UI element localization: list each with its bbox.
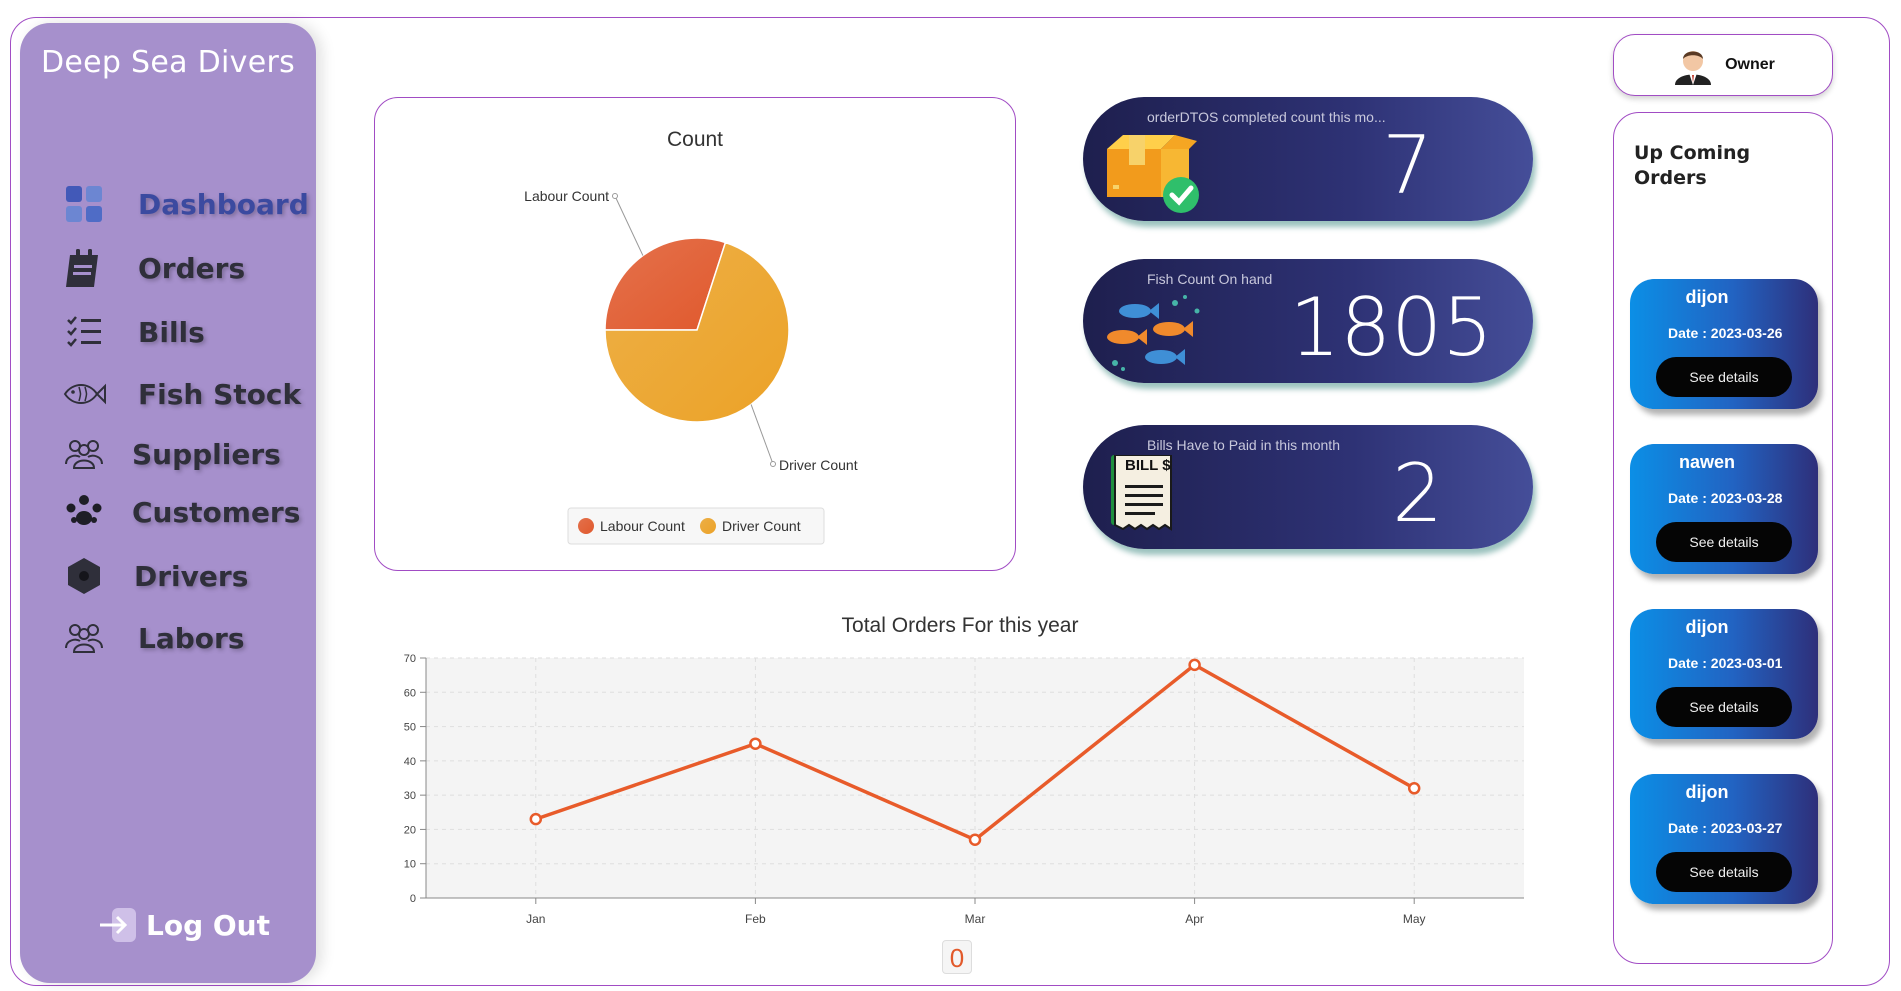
sidebar-item-suppliers[interactable]: Suppliers — [56, 429, 281, 479]
people-group-icon — [56, 616, 112, 660]
order-customer-name: dijon — [1685, 617, 1729, 637]
stat-value: 1805 — [1289, 281, 1493, 374]
stat-value: 7 — [1382, 119, 1433, 212]
pie-leader-dot — [612, 193, 618, 199]
order-customer-name: dijon — [1685, 287, 1729, 307]
upcoming-order-card: dijon Date : 2023-03-27 See details — [1630, 774, 1818, 904]
data-point — [1407, 782, 1421, 795]
x-tick-label: May — [1403, 912, 1426, 926]
sidebar-item-bills[interactable]: Bills — [56, 307, 205, 357]
order-date: Date : 2023-03-27 — [1668, 820, 1783, 836]
sidebar-item-label: Drivers — [134, 559, 249, 593]
sidebar-item-label: Dashboard — [138, 187, 309, 221]
sidebar-item-label: Fish Stock — [138, 377, 302, 411]
sidebar-item-label: Customers — [132, 495, 301, 529]
counter-value: 0 — [942, 940, 972, 974]
upcoming-order-card: nawen Date : 2023-03-28 See details — [1630, 444, 1818, 574]
x-tick-label: Feb — [745, 912, 766, 926]
see-details-button[interactable]: See details — [1656, 687, 1792, 727]
y-tick-label: 10 — [404, 859, 416, 871]
orders-icon — [56, 246, 112, 290]
checklist-icon — [56, 310, 112, 354]
y-tick-label: 30 — [404, 790, 416, 802]
order-date: Date : 2023-03-01 — [1668, 655, 1783, 671]
hexagon-icon — [56, 554, 112, 598]
order-date: Date : 2023-03-28 — [1668, 490, 1783, 506]
logout-icon — [100, 908, 136, 942]
y-tick-label: 50 — [404, 722, 416, 734]
customers-icon — [56, 490, 112, 534]
data-point — [1188, 658, 1201, 672]
owner-profile-button[interactable]: Owner — [1613, 34, 1833, 96]
x-tick-label: Apr — [1185, 912, 1204, 926]
sidebar-item-label: Orders — [138, 251, 246, 285]
line-chart-title: Total Orders For this year — [841, 614, 1079, 637]
see-details-button[interactable]: See details — [1656, 852, 1792, 892]
pie-slice-label: Driver Count — [779, 457, 858, 473]
stat-card-fish: Fish Count On hand 1805 — [1083, 259, 1533, 383]
avatar — [1675, 51, 1712, 85]
owner-label: Owner — [1725, 56, 1775, 73]
pie-leader-line — [614, 195, 644, 256]
stat-label: Fish Count On hand — [1147, 271, 1273, 287]
y-tick-label: 0 — [410, 893, 416, 905]
upcoming-orders-title: Up Coming Orders — [1634, 142, 1751, 189]
sidebar-item-customers[interactable]: Customers — [56, 487, 300, 537]
y-tick-label: 70 — [404, 653, 416, 665]
pie-slice-label: Labour Count — [524, 188, 609, 204]
upcoming-order-card: dijon Date : 2023-03-26 See details — [1630, 279, 1818, 409]
legend-label: Driver Count — [722, 518, 801, 534]
sidebar-item-fish-stock[interactable]: Fish Stock — [56, 369, 301, 419]
legend-swatch — [578, 518, 594, 534]
dashboard-icon — [56, 182, 112, 226]
y-tick-label: 40 — [404, 756, 416, 768]
see-details-button[interactable]: See details — [1656, 357, 1792, 397]
data-point — [529, 812, 543, 826]
sidebar-item-labors[interactable]: Labors — [56, 613, 245, 663]
legend-swatch — [700, 518, 716, 534]
see-details-button[interactable]: See details — [1656, 522, 1792, 562]
bill-icon-text: BILL $ — [1125, 457, 1171, 474]
sidebar-item-label: Bills — [138, 315, 205, 349]
upcoming-order-card: dijon Date : 2023-03-01 See details — [1630, 609, 1818, 739]
stat-card-bills: Bills Have to Paid in this month 2 BILL … — [1083, 425, 1533, 549]
sidebar-item-label: Suppliers — [132, 437, 281, 471]
y-tick-label: 60 — [404, 687, 416, 699]
fish-school-icon — [1107, 295, 1200, 371]
y-tick-label: 20 — [404, 824, 416, 836]
sidebar-item-orders[interactable]: Orders — [56, 243, 245, 293]
line-chart: 0 10 20 30 40 50 60 70 Jan Feb Mar Apr May — [404, 653, 1524, 926]
x-tick-label: Jan — [526, 912, 545, 926]
people-group-icon — [56, 432, 112, 476]
sidebar-item-drivers[interactable]: Drivers — [56, 551, 248, 601]
brand-title: Deep Sea Divers — [40, 45, 296, 80]
fish-icon — [56, 372, 112, 416]
bill-icon: BILL $ — [1101, 455, 1211, 545]
stat-label: Bills Have to Paid in this month — [1147, 437, 1340, 453]
pie-chart-card: Count Labour Count Driver Count Labour Cou… — [374, 97, 1016, 571]
order-customer-name: nawen — [1678, 452, 1735, 472]
order-customer-name: dijon — [1685, 782, 1729, 802]
stat-label: orderDTOS completed count this mo... — [1147, 109, 1386, 125]
stat-value: 2 — [1392, 447, 1443, 540]
sidebar-item-label: Labors — [138, 621, 245, 655]
package-check-icon — [1107, 135, 1199, 213]
upcoming-orders-panel: Up Coming Orders dijon Date : 2023-03-26… — [1613, 112, 1833, 964]
data-point — [968, 833, 982, 846]
sidebar: Deep Sea Divers Dashboard Orders Bills F… — [20, 23, 316, 983]
stat-card-orders: orderDTOS completed count this mo... 7 — [1083, 97, 1533, 221]
legend-label: Labour Count — [600, 518, 685, 534]
logout-button[interactable]: Log Out — [98, 907, 270, 943]
pie-leader-line — [750, 404, 774, 465]
data-point — [749, 737, 762, 750]
pie-leader-dot — [770, 461, 776, 467]
logout-label: Log Out — [146, 908, 270, 942]
pie-chart: Labour Count Driver Count Labour Count Driv… — [524, 188, 858, 545]
sidebar-item-dashboard[interactable]: Dashboard — [56, 179, 309, 229]
x-tick-label: Mar — [965, 912, 986, 926]
order-date: Date : 2023-03-26 — [1668, 325, 1783, 341]
